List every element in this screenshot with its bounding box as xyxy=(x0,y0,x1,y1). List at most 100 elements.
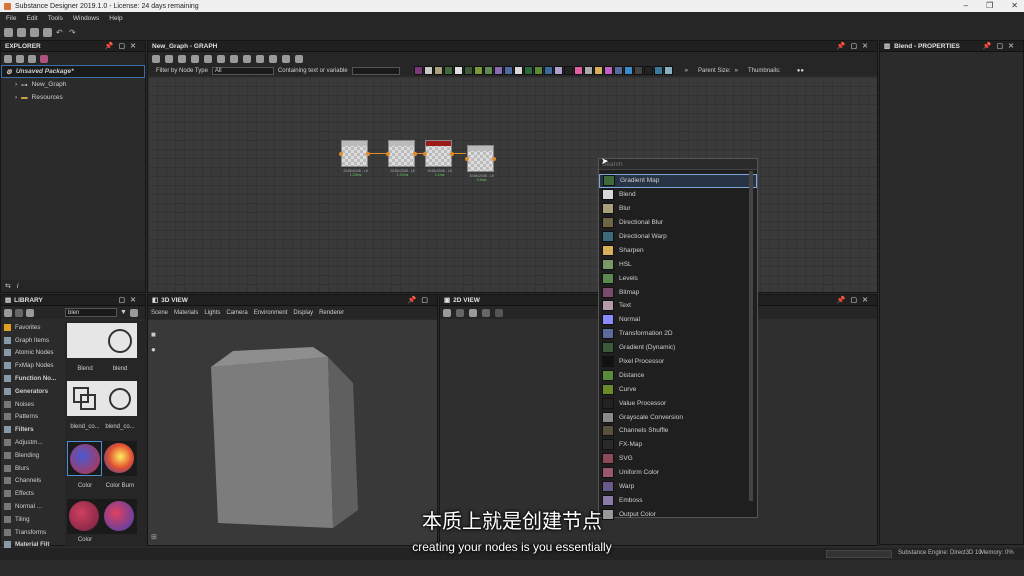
node-menu-item[interactable]: Distance xyxy=(599,368,757,382)
node-menu-item[interactable]: FX-Map xyxy=(599,438,757,452)
node-menu-item[interactable]: HSL xyxy=(599,257,757,271)
graph-node[interactable]: 2048x2048 - L8 1.23ms xyxy=(339,140,370,177)
export-icon[interactable] xyxy=(16,54,24,63)
panel-controls[interactable]: ▢✕ xyxy=(119,296,141,304)
atomic-node-icon[interactable] xyxy=(473,66,483,75)
panel-controls[interactable]: 📌▢✕ xyxy=(837,296,873,304)
atomic-node-icon[interactable] xyxy=(493,66,503,75)
node-menu-item[interactable]: Curve xyxy=(599,382,757,396)
atomic-node-icon[interactable] xyxy=(603,66,613,75)
atomic-node-icon[interactable] xyxy=(483,66,493,75)
save-package-icon[interactable] xyxy=(4,54,12,63)
panel-controls[interactable]: 📌▢✕ xyxy=(105,42,141,50)
menu-renderer[interactable]: Renderer xyxy=(319,310,344,316)
node-menu-item[interactable]: Channels Shuffle xyxy=(599,424,757,438)
blend-thumb[interactable] xyxy=(102,323,137,358)
dot-icon[interactable] xyxy=(256,54,264,63)
library-category[interactable]: Atomic Nodes xyxy=(1,347,65,360)
node-menu-item[interactable]: SVG xyxy=(599,452,757,466)
frame-icon[interactable] xyxy=(152,54,160,63)
merge-icon[interactable] xyxy=(243,54,251,63)
package-row[interactable]: ⚙ Unsaved Package* xyxy=(1,65,145,78)
expand-arrow-icon[interactable]: › xyxy=(15,81,17,88)
menu-camera[interactable]: Camera xyxy=(226,310,247,316)
input-port[interactable] xyxy=(465,157,469,161)
atomic-node-icon[interactable] xyxy=(513,66,523,75)
split-icon[interactable] xyxy=(230,54,238,63)
atomic-node-icon[interactable] xyxy=(423,66,433,75)
atomic-node-icon[interactable] xyxy=(523,66,533,75)
open-icon[interactable] xyxy=(30,27,39,37)
new-graph-icon[interactable] xyxy=(17,27,26,37)
library-tree-icon[interactable] xyxy=(4,308,12,317)
close-button[interactable]: ✕ xyxy=(1011,1,1018,10)
node-search-input[interactable]: Search xyxy=(599,159,757,170)
atomic-node-icon[interactable] xyxy=(573,66,583,75)
graph-canvas[interactable]: 2048x2048 - L8 1.23ms 2048x2048 - L8 1.3… xyxy=(148,77,877,292)
channel-icon[interactable] xyxy=(482,308,490,317)
align-icon[interactable] xyxy=(165,54,173,63)
node-menu-item[interactable]: Directional Blur xyxy=(599,216,757,230)
view-mode-icon[interactable] xyxy=(129,308,138,317)
node-menu-item[interactable]: Transformation 2D xyxy=(599,327,757,341)
blend-composite-thumb[interactable] xyxy=(102,381,137,416)
library-edit-icon[interactable] xyxy=(26,308,34,317)
node-menu-item[interactable]: Gradient (Dynamic) xyxy=(599,341,757,355)
light-icon[interactable]: ● xyxy=(151,345,156,354)
menu-tools[interactable]: Tools xyxy=(48,15,63,22)
atomic-node-icon[interactable] xyxy=(463,66,473,75)
save-icon[interactable] xyxy=(43,27,52,37)
library-category[interactable]: Channels xyxy=(1,475,65,488)
library-category[interactable]: Function No... xyxy=(1,372,65,385)
library-category[interactable]: Filters xyxy=(1,423,65,436)
blend-thumb[interactable] xyxy=(67,323,102,358)
atomic-node-icon[interactable] xyxy=(613,66,623,75)
atomic-node-icon[interactable] xyxy=(443,66,453,75)
node-menu-item[interactable]: Sharpen xyxy=(599,243,757,257)
grid-icon[interactable] xyxy=(295,54,303,63)
library-category[interactable]: Favorites xyxy=(1,321,65,334)
filter-icon[interactable]: ▼ xyxy=(120,309,127,316)
node-menu-item[interactable]: Bitmap xyxy=(599,285,757,299)
atomic-node-icon[interactable] xyxy=(663,66,673,75)
maximize-button[interactable]: ❐ xyxy=(986,1,993,10)
graph-node[interactable]: 2048x2048 - L8 1.37ms xyxy=(386,140,417,177)
atomic-node-icon[interactable] xyxy=(633,66,643,75)
panel-controls[interactable]: 📌▢ xyxy=(408,296,433,304)
more-chevron-icon[interactable]: » xyxy=(685,68,688,74)
node-menu-item[interactable]: Pixel Processor xyxy=(599,355,757,369)
library-add-icon[interactable] xyxy=(15,308,23,317)
new-package-icon[interactable] xyxy=(4,27,13,37)
menu-display[interactable]: Display xyxy=(293,310,313,316)
atomic-node-icon[interactable] xyxy=(543,66,553,75)
library-category[interactable]: Patterns xyxy=(1,411,65,424)
node-type-select[interactable]: All xyxy=(211,66,274,75)
library-category[interactable]: Effects xyxy=(1,487,65,500)
library-category[interactable]: Graph Items xyxy=(1,334,65,347)
comment-icon[interactable] xyxy=(282,54,290,63)
node-menu-item[interactable]: Text xyxy=(599,299,757,313)
redo-icon[interactable]: ↷ xyxy=(69,28,78,37)
input-port[interactable] xyxy=(386,152,390,156)
blend-composite-thumb[interactable] xyxy=(67,381,102,416)
link-icon[interactable] xyxy=(40,54,48,63)
camera-icon[interactable]: ■ xyxy=(151,330,156,339)
more-chevron-icon[interactable]: » xyxy=(735,68,738,74)
connect-icon[interactable] xyxy=(217,54,225,63)
atomic-node-icon[interactable] xyxy=(583,66,593,75)
menu-lights[interactable]: Lights xyxy=(204,310,220,316)
text-filter-input[interactable] xyxy=(351,66,400,75)
atomic-node-icon[interactable] xyxy=(503,66,513,75)
node-menu-item[interactable]: Normal xyxy=(599,313,757,327)
copy-icon[interactable] xyxy=(469,308,477,317)
menu-file[interactable]: File xyxy=(6,15,16,22)
menu-windows[interactable]: Windows xyxy=(73,15,99,22)
library-category[interactable]: FxMap Nodes xyxy=(1,359,65,372)
atomic-node-icon[interactable] xyxy=(433,66,443,75)
node-menu-item[interactable]: Levels xyxy=(599,271,757,285)
library-category[interactable]: Generators xyxy=(1,385,65,398)
library-search-input[interactable]: blen xyxy=(65,308,117,317)
menu-materials[interactable]: Materials xyxy=(174,310,198,316)
toggle-icon[interactable]: ●● xyxy=(797,68,804,74)
node-menu-item[interactable]: Blur xyxy=(599,202,757,216)
